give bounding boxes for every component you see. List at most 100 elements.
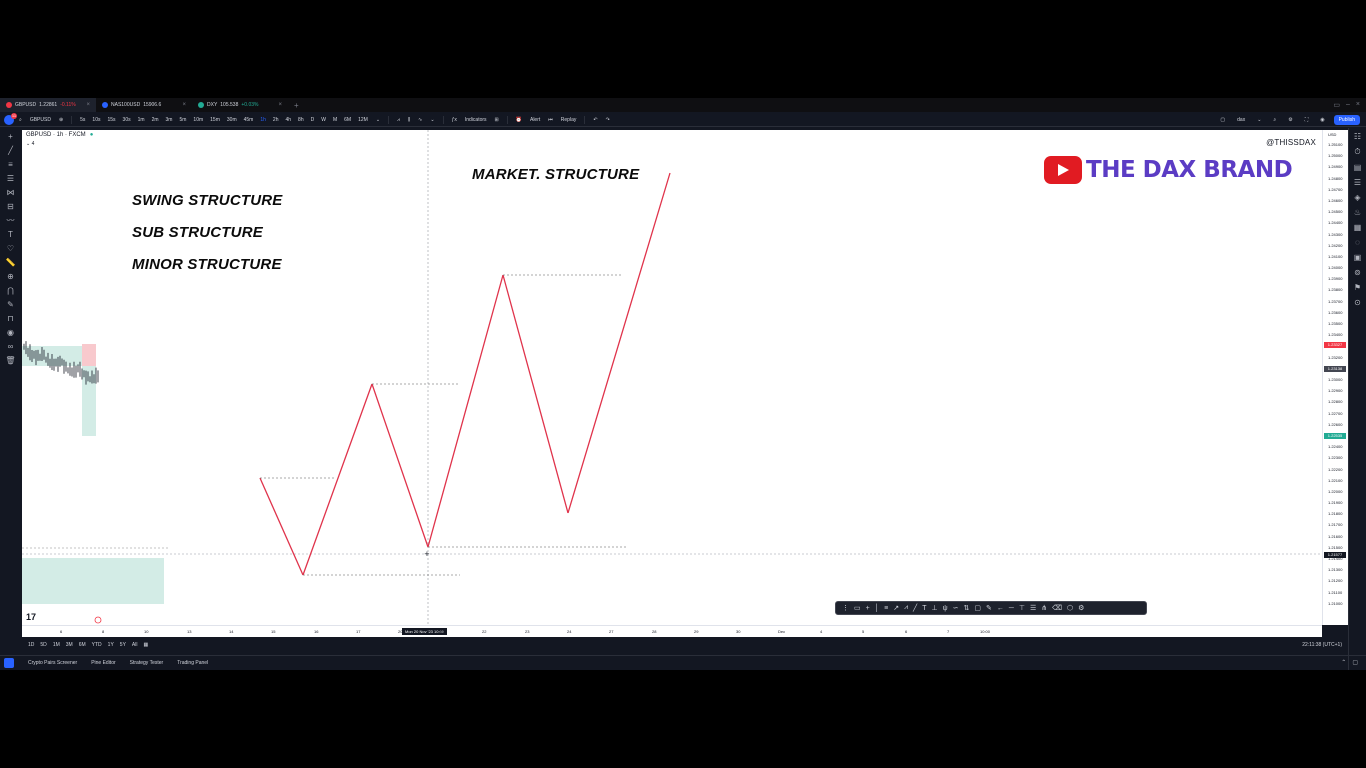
shape-icon[interactable]: ⬡	[1067, 604, 1073, 612]
crosshair-icon[interactable]: +	[4, 131, 18, 142]
panel-pine-editor[interactable]: Pine Editor	[91, 660, 115, 666]
settings-icon[interactable]: ⚙	[1078, 604, 1084, 612]
calendar-range-icon[interactable]: ▦	[143, 642, 148, 648]
trend-line-icon[interactable]: ╱	[4, 145, 18, 156]
tab-gbpusd[interactable]: GBPUSD 1.22861 -0.11% ×	[0, 98, 96, 112]
help-icon[interactable]: ⊙	[1354, 298, 1361, 307]
symbol-legend[interactable]: GBPUSD · 1h · FXCM ●	[26, 132, 93, 138]
close-icon[interactable]: ×	[182, 102, 186, 108]
range-all[interactable]: All	[132, 642, 138, 648]
interval-1m[interactable]: 1m	[135, 117, 148, 123]
fib-icon[interactable]: ⊥	[932, 604, 938, 612]
indicators-icon[interactable]: ƒx	[449, 117, 460, 123]
measure-icon[interactable]: ⇅	[964, 604, 970, 612]
layout-select-icon[interactable]: ▢	[1217, 117, 1228, 123]
interval-10s[interactable]: 10s	[89, 117, 103, 123]
interval-6m[interactable]: 6M	[341, 117, 354, 123]
pencil-lock-icon[interactable]: ✎	[4, 299, 18, 310]
templates-icon[interactable]: ⊞	[492, 117, 502, 123]
arrow-left-icon[interactable]: ←	[997, 605, 1004, 612]
range-1d[interactable]: 1D	[28, 642, 34, 648]
settings-icon[interactable]: ⚙	[1285, 117, 1295, 123]
interval-15m[interactable]: 15m	[207, 117, 223, 123]
layout-name[interactable]: dax	[1234, 117, 1248, 123]
clock[interactable]: 22:11:38 (UTC+1)	[1302, 642, 1348, 648]
chevron-up-icon[interactable]: ⌃	[1341, 659, 1346, 666]
range-ytd[interactable]: YTD	[92, 642, 102, 648]
avatar[interactable]: 11	[4, 112, 17, 125]
close-window-icon[interactable]: ×	[1356, 101, 1360, 109]
range-6m[interactable]: 6M	[79, 642, 86, 648]
chart-pane[interactable]: + GBPUSD · 1h · FXCM ● ⌄ 4 @THISSDAX MAR…	[22, 130, 1322, 625]
interval-2m[interactable]: 2m	[149, 117, 162, 123]
panel-strategy-tester[interactable]: Strategy Tester	[130, 660, 164, 666]
interval-45m[interactable]: 45m	[241, 117, 257, 123]
ruler-icon[interactable]: 📏	[4, 257, 18, 268]
curve-icon[interactable]: ↗	[893, 604, 899, 612]
horizontal-lines-icon[interactable]: ≡	[4, 159, 18, 170]
interval-5s[interactable]: 5s	[77, 117, 88, 123]
interval-d[interactable]: D	[308, 117, 318, 123]
indicators-button[interactable]: Indicators	[462, 117, 490, 123]
replay-button[interactable]: Replay	[558, 117, 580, 123]
maximize-icon[interactable]: ▢	[1352, 659, 1358, 666]
indicator-collapse[interactable]: ⌄ 4	[26, 141, 34, 147]
lines-icon[interactable]: ≡	[884, 605, 888, 612]
range-3m[interactable]: 3M	[66, 642, 73, 648]
camera-icon[interactable]: ◉	[1317, 117, 1327, 123]
interval-10m[interactable]: 10m	[190, 117, 206, 123]
chevron-down-icon[interactable]: ⌄	[427, 117, 437, 123]
publish-button[interactable]: Publish	[1333, 114, 1360, 125]
eye-icon[interactable]: ◉	[4, 327, 18, 338]
interval-1h[interactable]: 1h	[257, 117, 269, 123]
calendar-icon[interactable]: ▦	[1354, 223, 1362, 232]
chat-icon[interactable]: ▣	[1354, 253, 1362, 262]
range-1m[interactable]: 1M	[53, 642, 60, 648]
crosshair-icon[interactable]: +	[866, 605, 870, 612]
drag-handle-icon[interactable]: ⋮	[842, 604, 849, 612]
candles-icon[interactable]: ⫼	[405, 117, 413, 123]
interval-2h[interactable]: 2h	[270, 117, 282, 123]
tab-dxy[interactable]: DXY 105.538 +0.03% ×	[192, 98, 288, 112]
interval-15s[interactable]: 15s	[104, 117, 118, 123]
horizontal-line-icon[interactable]: ─	[1009, 605, 1014, 612]
trash-icon[interactable]: 🗑	[4, 355, 18, 366]
trend-line-icon[interactable]: ╱	[913, 604, 917, 612]
replay-icon[interactable]: ⏮	[545, 117, 556, 123]
add-symbol-icon[interactable]: ⊕	[56, 117, 66, 123]
interval-30s[interactable]: 30s	[120, 117, 134, 123]
currency-label[interactable]: USD	[1328, 132, 1336, 137]
path-icon[interactable]: ∽	[953, 604, 959, 612]
panel-trading[interactable]: Trading Panel	[177, 660, 208, 666]
close-icon[interactable]: ×	[278, 102, 282, 108]
zoom-icon[interactable]: ⊕	[4, 271, 18, 282]
interval-5m[interactable]: 5m	[176, 117, 189, 123]
data-window-icon[interactable]: ▤	[1354, 163, 1362, 172]
line-style-icon[interactable]: ∿	[415, 117, 425, 123]
layers-icon[interactable]: ◈	[1354, 193, 1360, 202]
notifications-icon[interactable]: ⚑	[1354, 283, 1361, 292]
lock-icon[interactable]: ⊓	[4, 313, 18, 324]
streams-icon[interactable]: ⊚	[1354, 268, 1361, 277]
interval-30m[interactable]: 30m	[224, 117, 240, 123]
eraser-icon[interactable]: ⌫	[1052, 604, 1062, 612]
search-icon[interactable]: ⌕	[16, 117, 25, 123]
flame-icon[interactable]: ♨	[1354, 208, 1361, 217]
ideas-icon[interactable]: ◌	[1355, 238, 1360, 247]
text-icon[interactable]: T	[4, 229, 18, 240]
symbol-title[interactable]: GBPUSD · 1h · FXCM	[26, 132, 86, 138]
interval-4h[interactable]: 4h	[282, 117, 294, 123]
layout-icon[interactable]: ▭	[1333, 101, 1340, 109]
symbol-search[interactable]: GBPUSD	[27, 117, 54, 123]
magnet-icon[interactable]: ⋂	[4, 285, 18, 296]
time-axis[interactable]: Mon 20 Nov '23 10:00 6 8 10 13 14 15 16 17 20 21 2…	[22, 625, 1322, 637]
pitchfork-icon[interactable]: ψ	[943, 605, 948, 612]
minimize-icon[interactable]: –	[1346, 101, 1350, 109]
text-icon[interactable]: T	[922, 605, 926, 612]
zigzag-icon[interactable]: ⩘	[904, 604, 908, 612]
range-5d[interactable]: 5D	[40, 642, 46, 648]
fib-icon[interactable]: ☰	[4, 173, 18, 184]
vertical-line-icon[interactable]: │	[875, 605, 879, 612]
new-tab-icon[interactable]: +	[288, 101, 305, 110]
quick-search-icon[interactable]: ⌕	[1270, 117, 1279, 123]
